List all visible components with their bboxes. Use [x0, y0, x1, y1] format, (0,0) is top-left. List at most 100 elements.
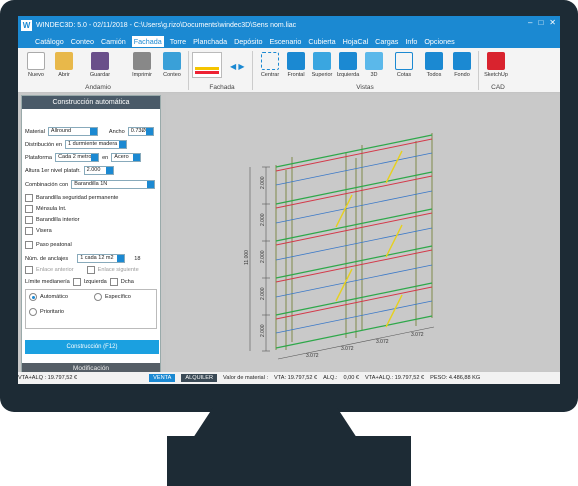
- menu-catalogo[interactable]: Catálogo: [34, 36, 65, 47]
- background-button[interactable]: Fondo: [446, 52, 478, 78]
- monitor-neck: [193, 408, 357, 438]
- sketchup-button[interactable]: SketchUp: [480, 52, 512, 78]
- limite-label: Límite medianería: [25, 279, 70, 285]
- chevron-down-icon: [133, 154, 141, 161]
- front-label: Frontal: [287, 72, 305, 78]
- en-select[interactable]: Acero: [111, 153, 142, 162]
- menu-camion[interactable]: Camión: [100, 36, 127, 47]
- material-row: Material Allround Ancho 0.73Ø: [25, 127, 154, 136]
- combinacion-row: Combinación con Barandilla 1N: [25, 180, 156, 189]
- 3d-view-button[interactable]: 3D: [358, 52, 390, 78]
- menu-cubierta[interactable]: Cubierta: [307, 36, 336, 47]
- tab-alquiler[interactable]: ALQUILER: [181, 374, 218, 382]
- plataforma-select[interactable]: Cada 2 metros: [55, 153, 100, 162]
- check-barandilla-interior[interactable]: Barandilla interior: [25, 216, 80, 224]
- distribucion-label: Distribución en: [25, 141, 62, 148]
- dim-vertical-5: 2.000: [260, 324, 266, 337]
- menu-deposito[interactable]: Depósito: [233, 36, 263, 47]
- peso-value: PESO: 4.486,88 KG: [430, 375, 481, 381]
- total-value: VTA+ALQ.: 19.797,52 €: [365, 375, 425, 381]
- plataforma-row: Plataforma Cada 2 metros en Acero: [25, 153, 142, 162]
- dimensions-button[interactable]: Cotas: [388, 52, 420, 78]
- 3d-cube-icon: [365, 52, 383, 70]
- check-label: Ménsula Int.: [36, 206, 67, 212]
- chevron-down-icon: [145, 128, 153, 135]
- checkbox[interactable]: [25, 194, 33, 202]
- front-cube-icon: [287, 52, 305, 70]
- enlace-anterior-label: Enlace anterior: [36, 267, 74, 273]
- check-paso-peatonal[interactable]: Paso peatonal: [25, 241, 72, 249]
- material-select[interactable]: Allround: [47, 127, 98, 136]
- check-barandilla-seguridad[interactable]: Barandilla seguridad permanente: [25, 194, 118, 202]
- 3d-viewport[interactable]: 2.000 2.000 2.000 2.000 2.000 11.000 3.0…: [166, 95, 560, 371]
- tab-venta[interactable]: VENTA: [149, 374, 176, 382]
- checkbox[interactable]: [25, 227, 33, 235]
- status-bar: VTA+ALQ : 19.797,52 € VENTA ALQUILER Val…: [18, 372, 560, 384]
- menu-cargas[interactable]: Cargas: [374, 36, 399, 47]
- maximize-icon[interactable]: □: [538, 18, 543, 27]
- combinacion-select[interactable]: Barandilla 1N: [71, 180, 156, 189]
- mode-group: Automático Específico Prioritario: [25, 289, 157, 329]
- save-icon: [91, 52, 109, 70]
- radio-automatico[interactable]: Automático: [29, 293, 68, 301]
- checkbox[interactable]: [25, 266, 33, 274]
- dim-vertical-4: 2.000: [260, 287, 266, 300]
- open-button[interactable]: Abrir: [48, 52, 80, 78]
- check-mensula[interactable]: Ménsula Int.: [25, 205, 66, 213]
- count-button[interactable]: Conteo: [156, 52, 188, 78]
- 3d-label: 3D: [370, 72, 378, 78]
- menu-torre[interactable]: Torre: [169, 36, 187, 47]
- radio-especifico[interactable]: Específico: [94, 293, 131, 301]
- facade-arrows-icon[interactable]: ◀ ▶: [230, 62, 245, 71]
- status-left: VTA+ALQ : 19.797,52 €: [18, 375, 78, 381]
- check-visera[interactable]: Visera: [25, 227, 52, 235]
- menu-hojacal[interactable]: HojaCal: [342, 36, 370, 47]
- print-button[interactable]: Imprimir: [126, 52, 158, 78]
- checkbox[interactable]: [72, 278, 81, 286]
- ribbon: Nuevo Abrir Guardar Imprimir Conteo Anda…: [18, 48, 560, 93]
- checkbox[interactable]: [25, 205, 33, 213]
- alq-value: 0,00 €: [343, 375, 360, 381]
- save-button[interactable]: Guardar: [84, 52, 116, 78]
- chevron-down-icon: [89, 128, 97, 135]
- radio[interactable]: [29, 308, 37, 316]
- dimensions-icon: [395, 52, 413, 70]
- radio-prioritario[interactable]: Prioritario: [29, 308, 64, 316]
- en-value: Acero: [114, 154, 129, 160]
- paso-peatonal-label: Paso peatonal: [36, 242, 72, 248]
- radio-label: Específico: [105, 294, 131, 300]
- dim-vertical-2: 2.000: [260, 213, 266, 226]
- count-icon: [163, 52, 181, 70]
- menu-conteo[interactable]: Conteo: [70, 36, 95, 47]
- close-icon[interactable]: ✕: [549, 18, 556, 27]
- print-label: Imprimir: [132, 72, 152, 78]
- minimize-icon[interactable]: –: [528, 18, 532, 27]
- menu-planchada[interactable]: Planchada: [192, 36, 228, 47]
- menu-escenario[interactable]: Escenario: [268, 36, 302, 47]
- menu-opciones[interactable]: Opciones: [423, 36, 455, 47]
- dcha-label: Dcha: [120, 279, 134, 285]
- menu-info[interactable]: Info: [404, 36, 418, 47]
- anclajes-select[interactable]: 1 cada 12 m2: [77, 254, 126, 263]
- facade-preview[interactable]: [192, 52, 222, 78]
- build-button[interactable]: Construcción (F12): [25, 340, 159, 354]
- dim-bottom-2: 3.072: [341, 346, 354, 352]
- checkbox[interactable]: [25, 241, 33, 249]
- radio[interactable]: [29, 293, 37, 301]
- left-label: Izquierda: [336, 72, 360, 78]
- new-file-icon: [27, 52, 45, 70]
- checkbox[interactable]: [86, 266, 95, 274]
- vta-value: VTA: 19.797,52 €: [274, 375, 318, 381]
- distribucion-select[interactable]: 1 durmiente madera: [65, 140, 127, 149]
- new-label: Nuevo: [28, 72, 44, 78]
- checkbox[interactable]: [25, 216, 33, 224]
- chevron-down-icon: [105, 167, 113, 174]
- checkbox[interactable]: [109, 278, 118, 286]
- construction-panel: Construcción automática Material Allroun…: [21, 95, 161, 376]
- app-window: W WINDEC3D: 5.0 - 02/11/2018 - C:\Users\…: [18, 16, 560, 384]
- ancho-select[interactable]: 0.73Ø: [127, 127, 154, 136]
- radio[interactable]: [94, 293, 102, 301]
- altura-select[interactable]: 2.000: [83, 166, 114, 175]
- alq-label: ALQ.:: [323, 375, 338, 381]
- menu-fachada[interactable]: Fachada: [131, 35, 164, 47]
